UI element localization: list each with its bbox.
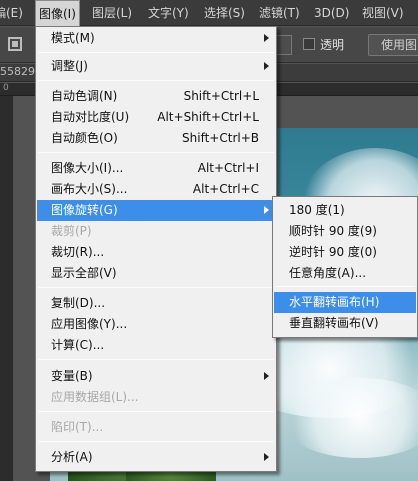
menu-item-label: 变量(B) [51, 369, 93, 383]
menu-item-auto-tone[interactable]: 自动色调(N) Shift+Ctrl+L [37, 86, 275, 107]
menu-item-shortcut: Alt+Ctrl+I [197, 161, 259, 175]
menu-item-label: 计算(C)... [51, 338, 105, 352]
submenu-item-label: 逆时针 90 度(0) [289, 245, 377, 259]
menu-item-label: 图像旋转(G) [51, 203, 118, 217]
menu-item-mode[interactable]: 模式(M) [37, 28, 275, 49]
use-image-button[interactable]: 使用图 [368, 34, 418, 56]
menu-item-label: 自动色调(N) [51, 89, 118, 103]
submenu-item-label: 任意角度(A)... [289, 266, 367, 280]
submenu-arrow-icon [264, 206, 269, 214]
submenu-arrow-icon [264, 62, 269, 70]
menu-item-variables[interactable]: 变量(B) [37, 366, 275, 387]
menu-item-shortcut: Alt+Shift+Ctrl+L [157, 110, 259, 124]
menu-item-image-size[interactable]: 图像大小(I)... Alt+Ctrl+I [37, 158, 275, 179]
menu-separator [38, 411, 274, 412]
menu-image[interactable]: 图像(I) [35, 0, 80, 27]
menu-item-label: 裁切(R)... [51, 245, 105, 259]
menu-item-adjustments[interactable]: 调整(J) [37, 56, 275, 77]
submenu-arrow-icon [264, 453, 269, 461]
menu-item-shortcut: Shift+Ctrl+L [183, 89, 259, 103]
menu-item-label: 陷印(T)... [51, 420, 104, 434]
menu-bar: 編(E) 图像(I) 图层(L) 文字(Y) 选择(S) 滤镜(T) 3D(D)… [0, 0, 418, 27]
menu-item-label: 模式(M) [51, 31, 95, 45]
menu-separator [38, 287, 274, 288]
ruler-zero-label: 0 [3, 83, 9, 93]
menu-item-label: 应用数据组(L)... [51, 390, 139, 404]
menu-item-label: 调整(J) [51, 59, 88, 73]
menu-item-label: 显示全部(V) [51, 266, 117, 280]
submenu-item-label: 顺时针 90 度(9) [289, 224, 377, 238]
menu-item-label: 自动颜色(O) [51, 131, 118, 145]
menu-filter[interactable]: 滤镜(T) [259, 0, 300, 26]
menu-separator [38, 52, 274, 53]
image-rotation-submenu: 180 度(1) 顺时针 90 度(9) 逆时针 90 度(0) 任意角度(A)… [272, 196, 418, 338]
menu-3d[interactable]: 3D(D) [314, 0, 349, 26]
menu-item-duplicate[interactable]: 复制(D)... [37, 293, 275, 314]
menu-separator [275, 286, 415, 287]
menu-item-auto-contrast[interactable]: 自动对比度(U) Alt+Shift+Ctrl+L [37, 107, 275, 128]
submenu-item-flip-horizontal[interactable]: 水平翻转画布(H) [274, 292, 416, 313]
menu-item-label: 自动对比度(U) [51, 110, 130, 124]
submenu-item-label: 垂直翻转画布(V) [289, 316, 379, 330]
submenu-item-rotate-ccw-90[interactable]: 逆时针 90 度(0) [274, 242, 416, 263]
submenu-arrow-icon [264, 372, 269, 380]
vertical-ruler [0, 96, 13, 481]
menu-item-trim[interactable]: 裁切(R)... [37, 242, 275, 263]
menu-item-label: 应用图像(Y)... [51, 317, 128, 331]
menu-item-label: 裁剪(P) [51, 224, 92, 238]
menu-view[interactable]: 视图(V) [362, 0, 404, 26]
menu-separator [38, 152, 274, 153]
menu-item-trap[interactable]: 陷印(T)... [37, 417, 275, 438]
menu-separator [38, 359, 274, 360]
submenu-item-rotate-cw-90[interactable]: 顺时针 90 度(9) [274, 221, 416, 242]
submenu-item-label: 水平翻转画布(H) [289, 295, 380, 309]
menu-item-crop[interactable]: 裁剪(P) [37, 221, 275, 242]
image-menu-dropdown: 模式(M) 调整(J) 自动色调(N) Shift+Ctrl+L 自动对比度(U… [35, 26, 277, 472]
crop-tool-icon[interactable] [8, 37, 22, 51]
transparent-checkbox[interactable] [303, 38, 315, 50]
submenu-item-rotate-180[interactable]: 180 度(1) [274, 200, 416, 221]
menu-item-image-rotation[interactable]: 图像旋转(G) [37, 200, 275, 221]
menu-item-apply-image[interactable]: 应用图像(Y)... [37, 314, 275, 335]
menu-item-label: 图像大小(I)... [51, 161, 124, 175]
menu-item-label: 复制(D)... [51, 296, 106, 310]
menu-separator [38, 441, 274, 442]
submenu-item-arbitrary[interactable]: 任意角度(A)... [274, 263, 416, 284]
menu-item-canvas-size[interactable]: 画布大小(S)... Alt+Ctrl+C [37, 179, 275, 200]
menu-item-label: 画布大小(S)... [51, 182, 128, 196]
menu-item-auto-color[interactable]: 自动颜色(O) Shift+Ctrl+B [37, 128, 275, 149]
menu-item-apply-data-set[interactable]: 应用数据组(L)... [37, 387, 275, 408]
submenu-arrow-icon [264, 34, 269, 42]
menu-item-calculations[interactable]: 计算(C)... [37, 335, 275, 356]
menu-edit[interactable]: 編(E) [0, 0, 23, 26]
menu-item-label: 分析(A) [51, 450, 93, 464]
menu-item-shortcut: Shift+Ctrl+B [182, 131, 259, 145]
submenu-item-flip-vertical[interactable]: 垂直翻转画布(V) [274, 313, 416, 334]
menu-item-analysis[interactable]: 分析(A) [37, 447, 275, 468]
transparent-label: 透明 [320, 38, 345, 52]
menu-separator [38, 80, 274, 81]
menu-type[interactable]: 文字(Y) [148, 0, 189, 26]
menu-layer[interactable]: 图层(L) [92, 0, 132, 26]
submenu-item-label: 180 度(1) [289, 203, 345, 217]
menu-item-shortcut: Alt+Ctrl+C [192, 182, 259, 196]
menu-select[interactable]: 选择(S) [204, 0, 245, 26]
menu-item-reveal-all[interactable]: 显示全部(V) [37, 263, 275, 284]
cloud-shape [280, 378, 418, 458]
